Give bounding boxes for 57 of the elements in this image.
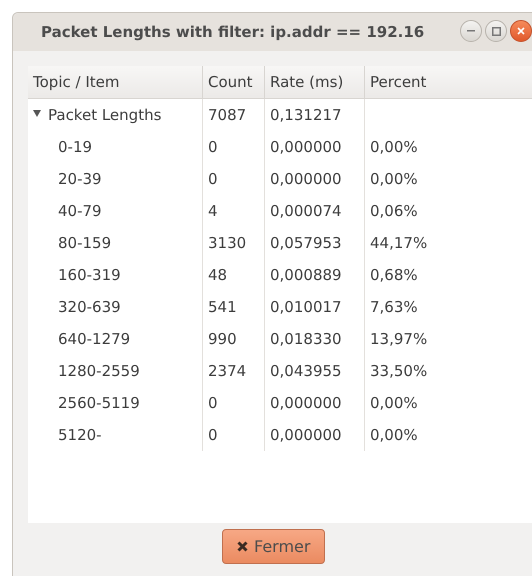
table-cell-text: 2374	[208, 360, 246, 382]
minimize-button[interactable]	[460, 20, 482, 42]
table-cell-text: 48	[208, 264, 228, 286]
table-cell-text: 7,63%	[370, 296, 418, 318]
table-cell-text: 0,000000	[270, 392, 342, 414]
table-cell-text: 0,06%	[370, 200, 418, 222]
column-header[interactable]: Percent	[365, 66, 532, 98]
table-cell-text: 990	[208, 328, 237, 350]
table-cell-text: 0,010017	[270, 296, 342, 318]
tree-item[interactable]: 160-319	[58, 264, 121, 286]
tree-item[interactable]: 320-639	[58, 296, 121, 318]
minimize-icon	[467, 30, 475, 32]
tree-item[interactable]: 20-39	[58, 168, 102, 190]
table-cell-text: 33,50%	[370, 360, 428, 382]
close-dialog-button[interactable]: Fermer	[222, 529, 326, 564]
tree-item[interactable]: 640-1279	[58, 328, 130, 350]
table-cell-text: 0,000000	[270, 424, 342, 446]
table-cell-text: 0,018330	[270, 328, 342, 350]
tree-item[interactable]: 1280-2559	[58, 360, 140, 382]
table-cell-text: 0	[208, 392, 218, 414]
table-cell-text: 0	[208, 168, 218, 190]
tree-item[interactable]: 5120-	[58, 424, 102, 446]
table-cell-text: 44,17%	[370, 232, 428, 254]
table-cell-text: 541	[208, 296, 237, 318]
table-cell-text: 0	[208, 424, 218, 446]
table-cell-text: 0,68%	[370, 264, 418, 286]
column-header[interactable]: Topic / Item	[28, 66, 203, 98]
close-button[interactable]	[510, 20, 532, 42]
expanded-triangle-icon[interactable]	[33, 108, 42, 118]
table-cell-text: 3130	[208, 232, 246, 254]
tree-item[interactable]: Packet Lengths	[48, 104, 162, 126]
table-cell-text: 13,97%	[370, 328, 428, 350]
table-cell-text: 0,000000	[270, 168, 342, 190]
tree-item[interactable]: 80-159	[58, 232, 112, 254]
table-cell-text: 0,057953	[270, 232, 342, 254]
table-cell-text: 4	[208, 200, 218, 222]
window-title: Packet Lengths with filter: ip.addr == 192.16	[41, 22, 424, 43]
maximize-button[interactable]	[485, 20, 507, 42]
table-cell-text: 0,000000	[270, 136, 342, 158]
close-icon	[517, 27, 525, 35]
table-cell-text: 0,00%	[370, 424, 418, 446]
column-header[interactable]: Rate (ms)	[265, 66, 365, 98]
x-icon	[237, 541, 248, 552]
maximize-icon	[492, 26, 500, 36]
table-cell-text: 7087	[208, 104, 246, 126]
table-cell-text: 0,043955	[270, 360, 342, 382]
table-cell-text: 0,000074	[270, 200, 342, 222]
tree-item[interactable]: 0-19	[58, 136, 92, 158]
column-header[interactable]: Count	[203, 66, 265, 98]
table-cell-text: 0,131217	[270, 104, 342, 126]
tree-item[interactable]: 2560-5119	[58, 392, 140, 414]
tree-item[interactable]: 40-79	[58, 200, 102, 222]
table-cell-text: 0	[208, 136, 218, 158]
table-cell-text: 0,00%	[370, 136, 418, 158]
table-cell-text: 0,00%	[370, 392, 418, 414]
table-cell-text: 0,000889	[270, 264, 342, 286]
table-cell-text: 0,00%	[370, 168, 418, 190]
